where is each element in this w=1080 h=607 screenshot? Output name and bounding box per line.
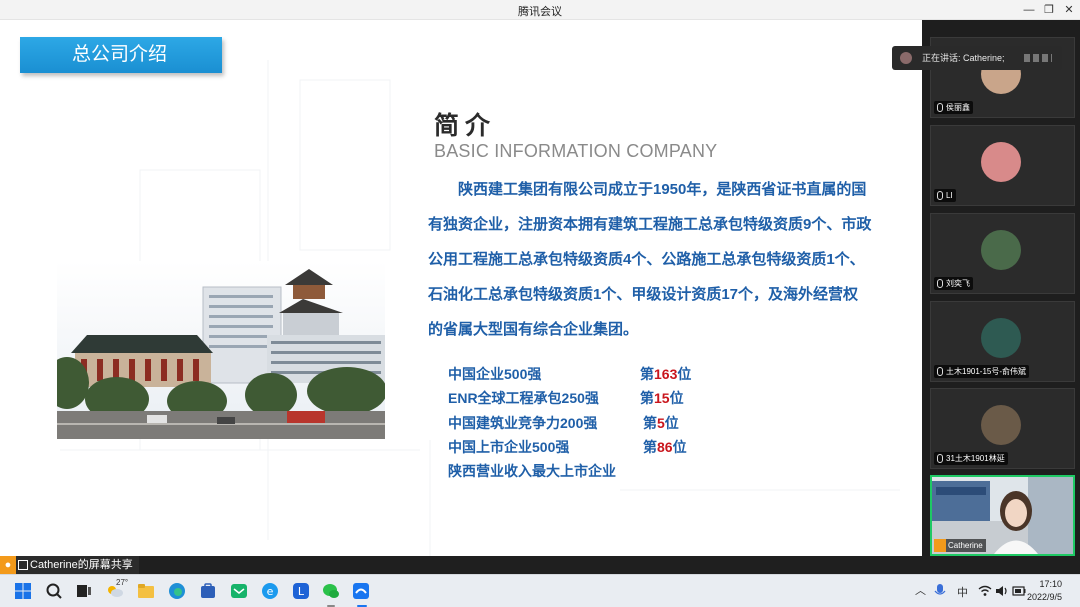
participant-tile[interactable]: 31土木1901林延 — [930, 388, 1075, 469]
participant-avatar — [981, 230, 1021, 270]
participant-avatar — [981, 405, 1021, 445]
ranking-row: 中国企业500强 第163位 — [448, 362, 748, 386]
shared-slide: 总公司介绍 简介 BASIC INFORMATION COMPANY 陕西建工集… — [0, 20, 922, 556]
title-bar: 腾讯会议 — ❐ ✕ — [0, 0, 1080, 20]
ranking-value: 第5位 — [643, 414, 679, 431]
search-icon[interactable] — [45, 582, 63, 600]
close-button[interactable]: ✕ — [1058, 2, 1080, 18]
ranking-label: 陕西营业收入最大上市企业 — [448, 463, 616, 480]
participant-name-label: 土木1901-15号-俞伟斌 — [934, 365, 1030, 378]
intro-title: 简介 — [434, 112, 497, 140]
windows-start-icon[interactable] — [14, 582, 32, 600]
ranking-label: ENR全球工程承包250强 — [448, 390, 599, 407]
ranking-value: 第86位 — [643, 438, 687, 455]
screen-share-bar: ● Catherine的屏幕共享 — [0, 556, 922, 574]
ranking-row: ENR全球工程承包250强 第15位 — [448, 386, 748, 410]
tencent-meeting-icon[interactable] — [352, 582, 370, 600]
ranking-label: 中国上市企业500强 — [448, 438, 570, 455]
participant-tile[interactable]: LI — [930, 125, 1075, 206]
person-icon: ● — [0, 556, 16, 574]
mic-off-icon — [937, 454, 943, 463]
microphone-icon[interactable] — [934, 583, 946, 599]
wifi-icon[interactable] — [978, 584, 992, 598]
screen-share-label: Catherine的屏幕共享 — [30, 559, 133, 571]
restore-button[interactable]: ❐ — [1038, 2, 1060, 18]
participant-avatar — [981, 318, 1021, 358]
intro-paragraph-container: 陕西建工集团有限公司成立于1950年，是陕西省证书直属的国有独资企业，注册资本拥… — [428, 172, 872, 347]
minimize-button[interactable]: — — [1018, 2, 1040, 18]
edge-browser-icon[interactable] — [168, 582, 186, 600]
window-title: 腾讯会议 — [518, 6, 562, 18]
ranking-row: 陕西营业收入最大上市企业 — [448, 459, 748, 483]
system-clock[interactable]: 17:10 2022/9/5 — [1027, 578, 1062, 604]
browser-e-icon[interactable]: e — [261, 582, 279, 600]
speaking-indicator: 正在讲话: Catherine; — [892, 46, 1062, 70]
ranking-row: 中国建筑业竞争力200强 第5位 — [448, 411, 748, 435]
intro-subtitle: BASIC INFORMATION COMPANY — [434, 141, 718, 161]
ranking-row: 中国上市企业500强 第86位 — [448, 435, 748, 459]
svg-text:e: e — [267, 585, 274, 598]
ranking-value: 第163位 — [640, 366, 692, 382]
weather-temp: 27° — [116, 578, 129, 587]
lenovo-app-icon[interactable]: L — [292, 582, 310, 600]
wechat-icon[interactable] — [322, 582, 340, 600]
battery-icon[interactable] — [1012, 585, 1026, 597]
mic-off-icon — [937, 191, 943, 200]
ime-indicator[interactable]: 中 — [957, 584, 968, 600]
svg-text:L: L — [298, 585, 305, 598]
speaking-text: 正在讲话: Catherine; — [922, 53, 1005, 63]
mic-off-icon — [937, 279, 943, 288]
ranking-label: 中国企业500强 — [448, 366, 542, 382]
speaker-avatar-icon — [900, 52, 912, 64]
tray-overflow-icon[interactable]: ︿ — [915, 582, 926, 598]
ranking-value: 第15位 — [640, 390, 684, 407]
ranking-label: 中国建筑业竞争力200强 — [448, 414, 598, 431]
participant-name-label: 侯丽鑫 — [934, 101, 973, 114]
store-icon[interactable] — [199, 582, 217, 600]
clock-date: 2022/9/5 — [1026, 592, 1062, 602]
screen-share-icon — [18, 560, 28, 570]
intro-paragraph: 陕西建工集团有限公司成立于1950年，是陕西省证书直属的国有独资企业，注册资本拥… — [428, 181, 872, 338]
taskbar: 27° e L ︿ 中 17:10 2022/9/5 — [0, 574, 1080, 607]
volume-icon[interactable] — [995, 584, 1009, 598]
file-explorer-icon[interactable] — [137, 582, 155, 600]
ranking-list: 中国企业500强 第163位 ENR全球工程承包250强 第15位 中国建筑业竞… — [448, 362, 748, 483]
mail-app-icon[interactable] — [230, 582, 248, 600]
slide-header: 总公司介绍 — [20, 37, 222, 73]
participant-avatar — [981, 142, 1021, 182]
participant-tile[interactable]: 土木1901-15号-俞伟斌 — [930, 301, 1075, 382]
participant-name-label: LI — [934, 189, 956, 202]
host-icon — [934, 539, 946, 552]
screen-share-chip[interactable]: ● Catherine的屏幕共享 — [0, 556, 139, 574]
self-video-tile[interactable]: Catherine — [930, 475, 1075, 556]
mic-off-icon — [937, 103, 943, 112]
task-view-icon[interactable] — [75, 582, 93, 600]
audio-level-icon — [1024, 54, 1052, 62]
participant-name-label: 31土木1901林延 — [934, 452, 1008, 465]
panel-bottom-strip — [922, 556, 1080, 574]
clock-time: 17:10 — [1039, 579, 1062, 589]
participant-name-label: 刘奕飞 — [934, 277, 973, 290]
mic-off-icon — [937, 367, 943, 376]
participant-tile[interactable]: 刘奕飞 — [930, 213, 1075, 294]
self-name-label: Catherine — [934, 539, 986, 552]
company-building-photo — [57, 261, 385, 439]
